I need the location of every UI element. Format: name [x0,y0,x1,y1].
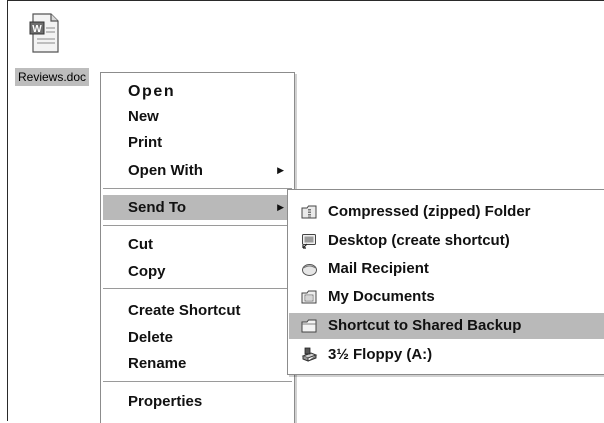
menu-separator [103,188,292,189]
mail-icon [302,264,317,276]
menu-item-label: Open With [128,162,203,179]
submenu-arrow-icon: ▶ [277,202,284,212]
floppy-drive-icon [301,347,318,362]
menu-item-label: New [128,108,159,125]
menu-item-label: Print [128,134,163,151]
submenu-item-label: Compressed (zipped) Folder [328,203,531,220]
menu-item-label: Properties [128,393,203,410]
send-to-submenu: Compressed (zipped) Folder Desktop (crea… [287,189,604,375]
menu-item-label: Copy [128,263,166,280]
submenu-item-label: 3½ Floppy (A:) [328,346,433,363]
menu-separator [103,225,292,226]
submenu-item-label: My Documents [328,288,435,305]
send-to-mail-recipient[interactable]: Mail Recipient [289,256,604,282]
submenu-item-label: Desktop (create shortcut) [328,232,510,249]
menu-item-copy[interactable]: Copy [103,259,292,284]
submenu-item-label: Mail Recipient [328,260,429,277]
send-to-shared-backup[interactable]: Shortcut to Shared Backup [289,313,604,339]
menu-item-label: Create Shortcut [128,302,241,319]
submenu-item-label: Shortcut to Shared Backup [328,317,522,334]
menu-item-label: Rename [128,355,187,372]
desktop-shortcut-icon [302,234,316,249]
menu-item-cut[interactable]: Cut [103,232,292,257]
menu-item-label: Send To [128,199,187,216]
menu-item-create-shortcut[interactable]: Create Shortcut [103,298,292,323]
menu-item-send-to[interactable]: Send To ▶ [103,195,292,220]
send-to-desktop-shortcut[interactable]: Desktop (create shortcut) [289,228,604,254]
file-name-label[interactable]: Reviews.doc [15,68,90,86]
menu-item-print[interactable]: Print [103,130,292,155]
word-document-icon[interactable]: W [29,12,61,54]
menu-item-label: Cut [128,236,153,253]
menu-separator [103,288,292,289]
menu-item-new[interactable]: New [103,104,292,129]
menu-separator [103,381,292,382]
my-documents-icon [301,290,317,304]
send-to-my-documents[interactable]: My Documents [289,284,604,310]
menu-item-open-with[interactable]: Open With ▶ [103,158,292,183]
send-to-floppy-drive[interactable]: 3½ Floppy (A:) [289,342,604,368]
word-icon-letter: W [32,24,42,35]
menu-item-open[interactable]: Open [103,79,292,104]
menu-item-rename[interactable]: Rename [103,351,292,376]
menu-item-properties[interactable]: Properties [103,389,292,414]
menu-item-label: Open [128,83,176,100]
submenu-arrow-icon: ▶ [277,165,284,175]
menu-item-label: Delete [128,329,174,346]
zip-folder-icon [301,205,317,219]
context-menu: Open New Print Open With ▶ Send To ▶ Cut C… [100,72,295,423]
send-to-compressed-folder[interactable]: Compressed (zipped) Folder [289,199,604,225]
menu-item-delete[interactable]: Delete [103,325,292,350]
folder-icon [301,319,317,333]
